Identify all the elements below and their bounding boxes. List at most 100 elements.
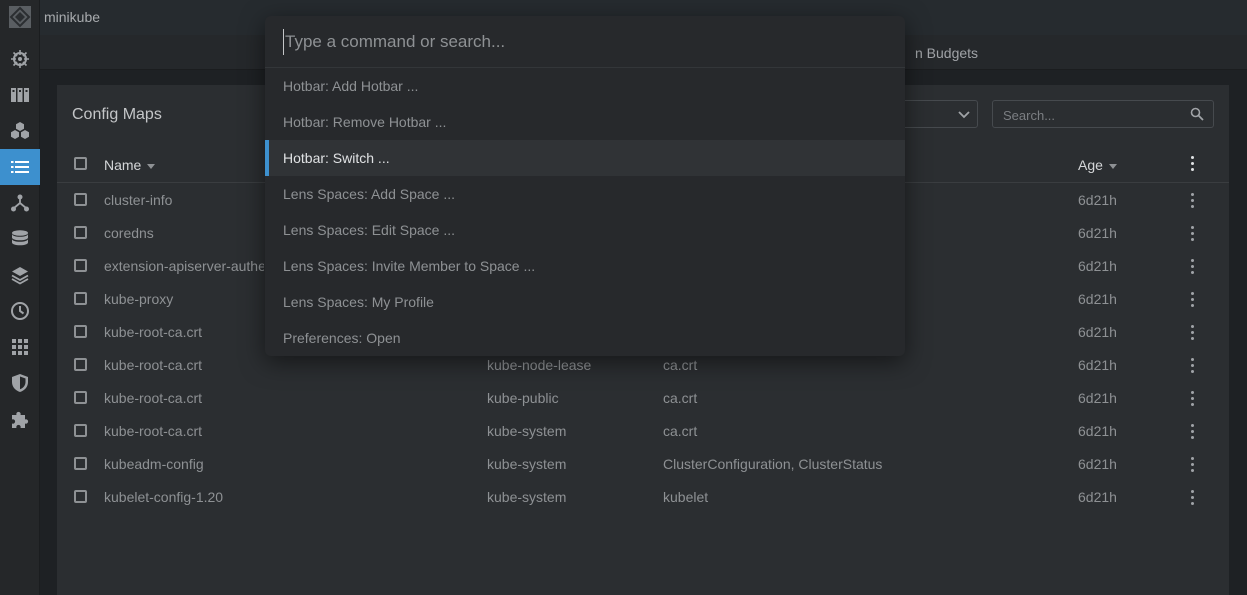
row-checkbox[interactable] <box>74 226 87 239</box>
command-item-label: Lens Spaces: Invite Member to Space ... <box>283 258 536 274</box>
row-checkbox[interactable] <box>74 259 87 272</box>
column-header-name-label: Name <box>104 157 142 173</box>
cell-age: 6d21h <box>1078 324 1117 340</box>
command-item[interactable]: Hotbar: Add Hotbar ... <box>265 68 905 104</box>
cell-namespace: kube-public <box>487 390 559 406</box>
cell-name: kube-root-ca.crt <box>104 390 203 406</box>
row-menu-icon[interactable] <box>1191 193 1195 209</box>
command-item-label: Preferences: Open <box>283 330 401 346</box>
column-menu-icon[interactable] <box>1191 156 1195 172</box>
cell-keys: ca.crt <box>663 390 698 406</box>
access-control-icon[interactable] <box>0 365 40 401</box>
cell-name: cluster-info <box>104 192 173 208</box>
command-input[interactable] <box>283 29 883 55</box>
row-menu-icon[interactable] <box>1191 424 1195 440</box>
command-input-wrapper <box>265 16 905 68</box>
row-menu-icon[interactable] <box>1191 226 1195 242</box>
table-row[interactable]: kube-root-ca.crt kube-public ca.crt 6d21h <box>57 381 1229 414</box>
column-header-age-label: Age <box>1078 157 1103 173</box>
page-title: Config Maps <box>72 106 162 123</box>
cell-name: extension-apiserver-authe <box>104 258 264 274</box>
cell-keys: ca.crt <box>663 357 698 373</box>
cell-namespace: kube-system <box>487 423 567 439</box>
row-checkbox[interactable] <box>74 292 87 305</box>
events-icon[interactable] <box>0 293 40 329</box>
cell-name: kube-proxy <box>104 291 174 307</box>
search-input[interactable] <box>1003 106 1183 124</box>
config-icon[interactable] <box>0 149 40 185</box>
sort-caret-icon <box>147 163 156 169</box>
cell-age: 6d21h <box>1078 390 1117 406</box>
command-item[interactable]: Lens Spaces: Edit Space ... <box>265 212 905 248</box>
table-row[interactable]: kubeadm-config kube-system ClusterConfigur… <box>57 447 1229 480</box>
namespaces-icon[interactable] <box>0 257 40 293</box>
command-palette: Hotbar: Add Hotbar ... Hotbar: Remove Hot… <box>265 16 905 356</box>
cell-keys: ca.crt <box>663 423 698 439</box>
sort-caret-icon <box>1108 163 1117 169</box>
row-menu-icon[interactable] <box>1191 358 1195 374</box>
chevron-down-icon <box>958 111 970 119</box>
cell-age: 6d21h <box>1078 192 1117 208</box>
cell-name: kube-root-ca.crt <box>104 423 203 439</box>
storage-icon[interactable] <box>0 221 40 257</box>
cell-name: kube-root-ca.crt <box>104 324 203 340</box>
select-all-checkbox[interactable] <box>74 157 87 170</box>
row-checkbox[interactable] <box>74 325 87 338</box>
cell-keys: kubelet <box>663 489 709 505</box>
cell-namespace: kube-node-lease <box>487 357 592 373</box>
row-checkbox[interactable] <box>74 391 87 404</box>
search-icon[interactable] <box>1190 107 1204 121</box>
command-item[interactable]: Lens Spaces: Add Space ... <box>265 176 905 212</box>
apps-icon[interactable] <box>0 329 40 365</box>
row-checkbox[interactable] <box>74 193 87 206</box>
cluster-name[interactable]: minikube <box>44 9 100 25</box>
network-icon[interactable] <box>0 185 40 221</box>
command-item-label: Hotbar: Remove Hotbar ... <box>283 114 447 130</box>
row-checkbox[interactable] <box>74 490 87 503</box>
cluster-icon[interactable] <box>0 41 40 77</box>
cell-keys: ClusterConfiguration, ClusterStatus <box>663 456 883 472</box>
cell-namespace: kube-system <box>487 456 567 472</box>
command-item[interactable]: Hotbar: Switch ... <box>265 140 905 176</box>
cell-name: kubelet-config-1.20 <box>104 489 224 505</box>
table-row[interactable]: kubelet-config-1.20 kube-system kubelet 6d2… <box>57 480 1229 513</box>
command-item[interactable]: Lens Spaces: Invite Member to Space ... <box>265 248 905 284</box>
row-menu-icon[interactable] <box>1191 457 1195 473</box>
command-item[interactable]: Lens Spaces: My Profile <box>265 284 905 320</box>
row-menu-icon[interactable] <box>1191 259 1195 275</box>
cell-name: coredns <box>104 225 154 241</box>
workloads-icon[interactable] <box>0 113 40 149</box>
nodes-icon[interactable] <box>0 77 40 113</box>
row-menu-icon[interactable] <box>1191 325 1195 341</box>
cell-age: 6d21h <box>1078 258 1117 274</box>
command-item[interactable]: Preferences: Open <box>265 320 905 356</box>
cell-age: 6d21h <box>1078 225 1117 241</box>
command-item-label: Hotbar: Add Hotbar ... <box>283 78 419 94</box>
command-item-label: Hotbar: Switch ... <box>283 150 390 166</box>
command-item-label: Lens Spaces: Add Space ... <box>283 186 456 202</box>
column-header-name[interactable]: Name <box>104 157 156 173</box>
command-item[interactable]: Hotbar: Remove Hotbar ... <box>265 104 905 140</box>
search-box <box>992 100 1214 128</box>
row-menu-icon[interactable] <box>1191 292 1195 308</box>
cell-age: 6d21h <box>1078 423 1117 439</box>
tab-pod-disruption-budgets[interactable]: n Budgets <box>915 45 978 61</box>
row-menu-icon[interactable] <box>1191 490 1195 506</box>
lens-logo-icon[interactable] <box>8 5 32 29</box>
sidebar <box>0 0 40 595</box>
cell-age: 6d21h <box>1078 291 1117 307</box>
cell-age: 6d21h <box>1078 357 1117 373</box>
row-menu-icon[interactable] <box>1191 391 1195 407</box>
cell-name: kubeadm-config <box>104 456 204 472</box>
cell-age: 6d21h <box>1078 489 1117 505</box>
command-item-label: Lens Spaces: Edit Space ... <box>283 222 455 238</box>
row-checkbox[interactable] <box>74 457 87 470</box>
cell-name: kube-root-ca.crt <box>104 357 203 373</box>
table-row[interactable]: kube-root-ca.crt kube-system ca.crt 6d21h <box>57 414 1229 447</box>
cell-namespace: kube-system <box>487 489 567 505</box>
command-item-label: Lens Spaces: My Profile <box>283 294 434 310</box>
row-checkbox[interactable] <box>74 358 87 371</box>
row-checkbox[interactable] <box>74 424 87 437</box>
custom-resources-icon[interactable] <box>0 401 40 437</box>
column-header-age[interactable]: Age <box>1078 157 1117 173</box>
